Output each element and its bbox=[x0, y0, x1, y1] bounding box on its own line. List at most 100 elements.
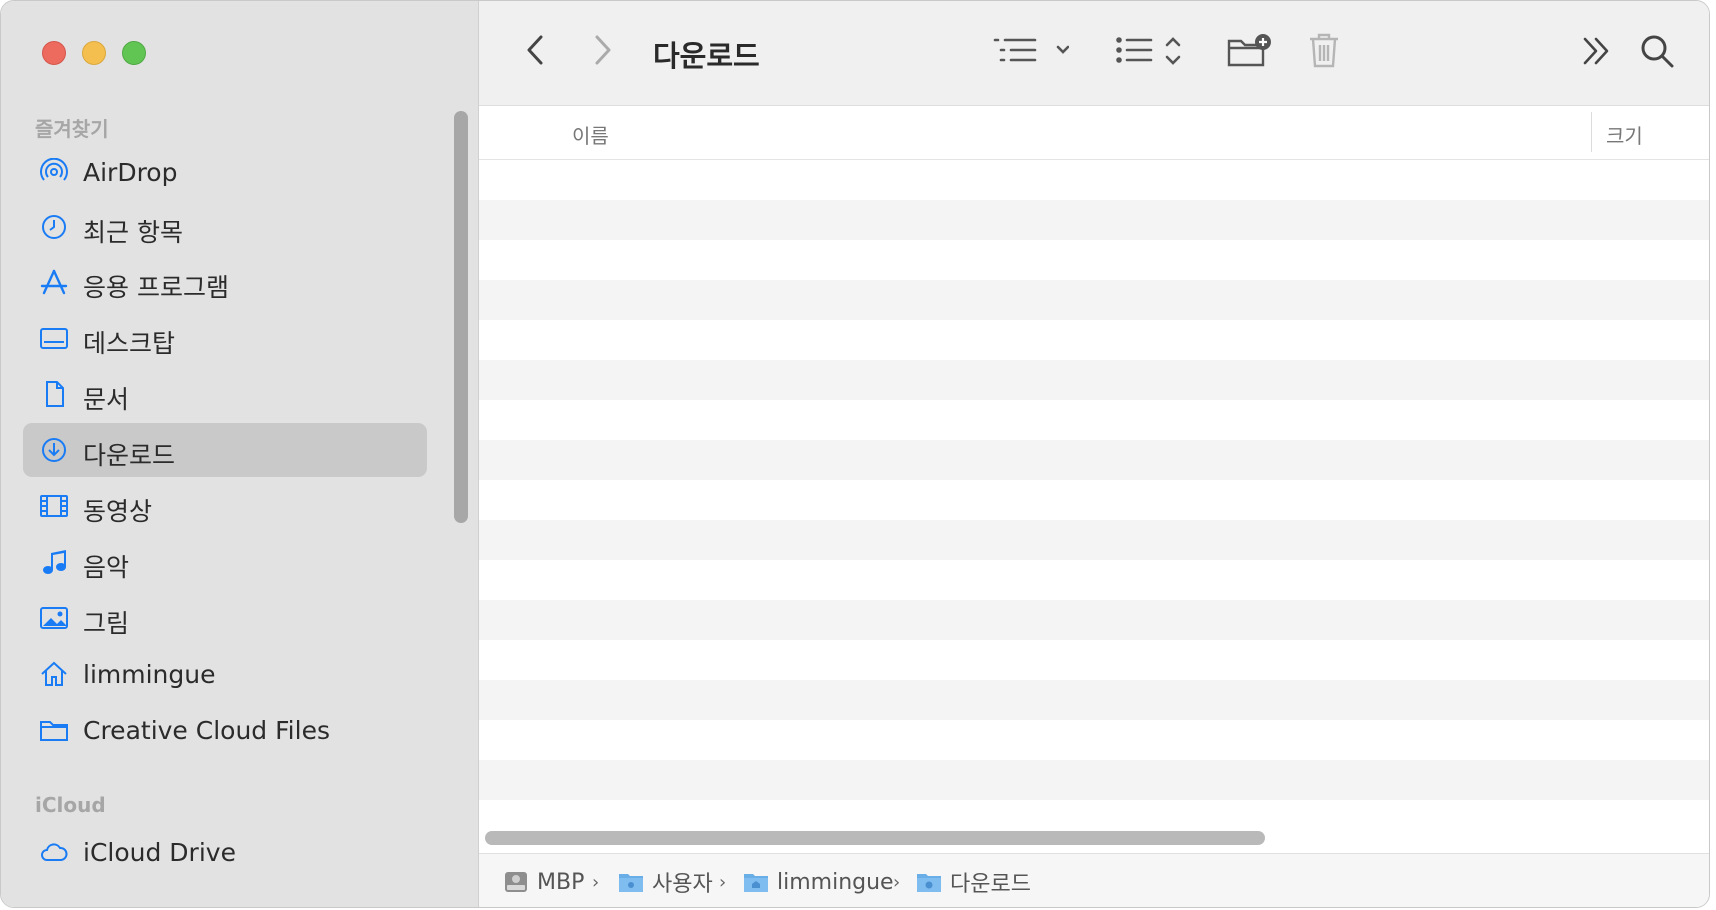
path-separator: › bbox=[719, 872, 727, 893]
list-row bbox=[479, 680, 1709, 720]
close-window-button[interactable] bbox=[42, 41, 66, 65]
sidebar-item-label: 다운로드 bbox=[83, 441, 176, 470]
home-folder-icon bbox=[743, 870, 769, 894]
sidebar-item-desktop[interactable]: 데스크탑 bbox=[23, 311, 427, 365]
path-crumb-label: 사용자 bbox=[652, 872, 713, 897]
list-sort-icon bbox=[1115, 33, 1185, 69]
folder-icon bbox=[39, 716, 69, 744]
sidebar-item-label: 그림 bbox=[83, 609, 130, 638]
path-crumb-users[interactable]: 사용자 bbox=[618, 867, 713, 897]
sidebar-item-documents[interactable]: 문서 bbox=[23, 367, 427, 421]
main-content: 다운로드 이름 크기 MBP › 사용자 › limmingue › 다운로드 bbox=[479, 1, 1709, 907]
new-folder-button[interactable] bbox=[1227, 33, 1273, 69]
window-title: 다운로드 bbox=[653, 39, 760, 73]
sidebar-item-downloads[interactable]: 다운로드 bbox=[23, 423, 427, 477]
sidebar-item-label: 문서 bbox=[83, 385, 130, 414]
clock-icon bbox=[39, 213, 69, 241]
apps-icon bbox=[39, 268, 69, 296]
list-column-header: 이름 크기 bbox=[479, 106, 1709, 160]
airdrop-icon bbox=[39, 157, 69, 186]
list-row bbox=[479, 200, 1709, 240]
sidebar-item-label: 음악 bbox=[83, 553, 130, 582]
list-row bbox=[479, 520, 1709, 560]
sidebar-item-creative-cloud-files[interactable]: Creative Cloud Files bbox=[23, 703, 427, 757]
downloads-folder-icon bbox=[916, 870, 942, 894]
more-toolbar-button[interactable] bbox=[1581, 35, 1611, 67]
double-chevron-icon bbox=[1581, 35, 1611, 67]
minimize-window-button[interactable] bbox=[82, 41, 106, 65]
list-row bbox=[479, 240, 1709, 280]
photo-icon bbox=[39, 604, 69, 632]
favorites-section-title: 즐겨찾기 bbox=[35, 117, 109, 141]
chevron-right-icon bbox=[591, 33, 615, 67]
path-crumb-label: MBP bbox=[537, 869, 585, 895]
path-separator: › bbox=[893, 872, 901, 893]
sidebar-item-icloud-drive[interactable]: iCloud Drive bbox=[23, 825, 427, 879]
sidebar-item-label: limmingue bbox=[83, 660, 216, 689]
music-icon bbox=[39, 548, 69, 576]
list-row bbox=[479, 400, 1709, 440]
desktop-icon bbox=[39, 324, 69, 352]
list-row bbox=[479, 160, 1709, 200]
icloud-section-title: iCloud bbox=[35, 793, 106, 817]
document-icon bbox=[39, 380, 69, 408]
file-list[interactable] bbox=[479, 160, 1709, 822]
sidebar-item-label: 응용 프로그램 bbox=[83, 273, 229, 302]
home-icon bbox=[39, 660, 69, 688]
list-row bbox=[479, 360, 1709, 400]
path-crumb-home[interactable]: limmingue bbox=[743, 867, 894, 897]
cloud-icon bbox=[39, 838, 69, 866]
sidebar-item-music[interactable]: 음악 bbox=[23, 535, 427, 589]
column-size-header[interactable]: 크기 bbox=[1606, 120, 1643, 149]
sidebar-item-recents[interactable]: 최근 항목 bbox=[23, 200, 427, 254]
users-folder-icon bbox=[618, 870, 644, 894]
sidebar-item-movies[interactable]: 동영상 bbox=[23, 479, 427, 533]
trash-icon bbox=[1307, 31, 1341, 69]
list-row bbox=[479, 560, 1709, 600]
list-view-icon bbox=[993, 33, 1069, 69]
view-options-button[interactable] bbox=[993, 33, 1069, 69]
list-row bbox=[479, 800, 1709, 822]
sidebar-scrollbar[interactable] bbox=[454, 111, 468, 523]
back-button[interactable] bbox=[523, 33, 547, 67]
sidebar-item-pictures[interactable]: 그림 bbox=[23, 591, 427, 645]
film-icon bbox=[39, 492, 69, 520]
sidebar-item-label: 동영상 bbox=[83, 497, 153, 526]
sidebar-item-applications[interactable]: 응용 프로그램 bbox=[23, 255, 427, 309]
sidebar-item-airdrop[interactable]: AirDrop bbox=[23, 145, 427, 199]
search-icon bbox=[1639, 33, 1675, 69]
sidebar: 즐겨찾기 AirDrop 최근 항목 응용 프로그램 데스크탑 문서 다운로드 … bbox=[1, 1, 479, 907]
sidebar-item-label: AirDrop bbox=[83, 158, 178, 187]
chevron-left-icon bbox=[523, 33, 547, 67]
path-bar: MBP › 사용자 › limmingue › 다운로드 bbox=[479, 853, 1709, 907]
zoom-window-button[interactable] bbox=[122, 41, 146, 65]
list-row bbox=[479, 640, 1709, 680]
finder-window: 즐겨찾기 AirDrop 최근 항목 응용 프로그램 데스크탑 문서 다운로드 … bbox=[0, 0, 1710, 908]
sidebar-item-label: 최근 항목 bbox=[83, 218, 183, 247]
toolbar: 다운로드 bbox=[479, 1, 1709, 106]
trash-button[interactable] bbox=[1307, 31, 1341, 69]
horizontal-scrollbar[interactable] bbox=[485, 831, 1265, 845]
sidebar-item-label: Creative Cloud Files bbox=[83, 716, 330, 745]
path-crumb-downloads[interactable]: 다운로드 bbox=[916, 867, 1031, 897]
list-row bbox=[479, 720, 1709, 760]
forward-button[interactable] bbox=[591, 33, 615, 67]
new-folder-icon bbox=[1227, 33, 1273, 69]
search-button[interactable] bbox=[1639, 33, 1675, 69]
list-row bbox=[479, 760, 1709, 800]
list-row bbox=[479, 440, 1709, 480]
path-crumb-label: 다운로드 bbox=[950, 872, 1031, 897]
path-separator: › bbox=[592, 872, 600, 893]
sidebar-item-home[interactable]: limmingue bbox=[23, 647, 427, 701]
list-row bbox=[479, 320, 1709, 360]
sidebar-item-label: 데스크탑 bbox=[83, 329, 176, 358]
group-by-button[interactable] bbox=[1115, 33, 1185, 69]
list-row bbox=[479, 480, 1709, 520]
column-divider[interactable] bbox=[1591, 112, 1592, 152]
column-name-header[interactable]: 이름 bbox=[572, 120, 609, 149]
path-crumb-label: limmingue bbox=[777, 869, 894, 895]
download-icon bbox=[39, 436, 69, 464]
path-crumb-disk[interactable]: MBP bbox=[503, 867, 584, 897]
list-row bbox=[479, 600, 1709, 640]
sidebar-item-label: iCloud Drive bbox=[83, 838, 236, 867]
